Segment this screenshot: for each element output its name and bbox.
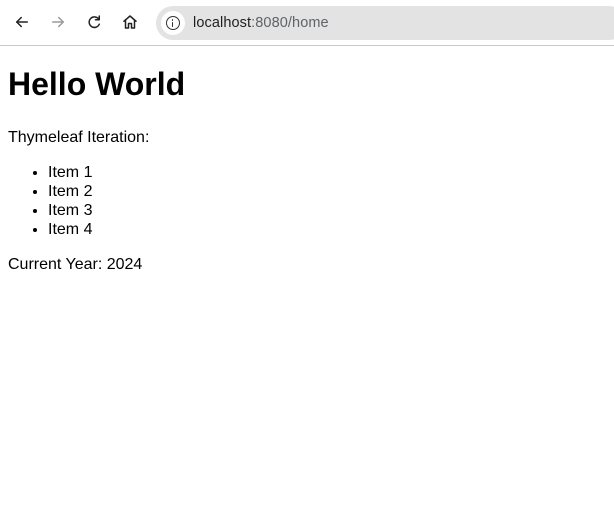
list-item: Item 1 — [48, 163, 606, 182]
list-item: Item 2 — [48, 182, 606, 201]
site-info-button[interactable] — [161, 11, 185, 35]
item-list: Item 1 Item 2 Item 3 Item 4 — [8, 163, 606, 239]
reload-button[interactable] — [79, 7, 109, 37]
url-path: :8080/home — [251, 15, 329, 31]
home-icon — [123, 15, 137, 29]
arrow-left-icon — [16, 16, 28, 28]
info-icon — [166, 16, 180, 30]
home-button[interactable] — [115, 7, 145, 37]
url-host: localhost — [193, 15, 252, 31]
arrow-right-icon — [52, 16, 64, 28]
iteration-label: Thymeleaf Iteration: — [8, 129, 150, 146]
url-text[interactable]: localhost:8080/home — [193, 15, 329, 31]
list-item: Item 3 — [48, 201, 606, 220]
current-year-text: Current Year: 2024 — [8, 256, 143, 273]
reload-icon — [88, 15, 100, 29]
back-button[interactable] — [7, 7, 37, 37]
page-content: Hello World Thymeleaf Iteration: Item 1 … — [0, 46, 614, 275]
address-bar[interactable]: localhost:8080/home — [156, 6, 614, 40]
page-title: Hello World — [8, 66, 186, 102]
forward-button[interactable] — [43, 7, 73, 37]
browser-toolbar: localhost:8080/home — [0, 0, 614, 46]
list-item: Item 4 — [48, 220, 606, 239]
